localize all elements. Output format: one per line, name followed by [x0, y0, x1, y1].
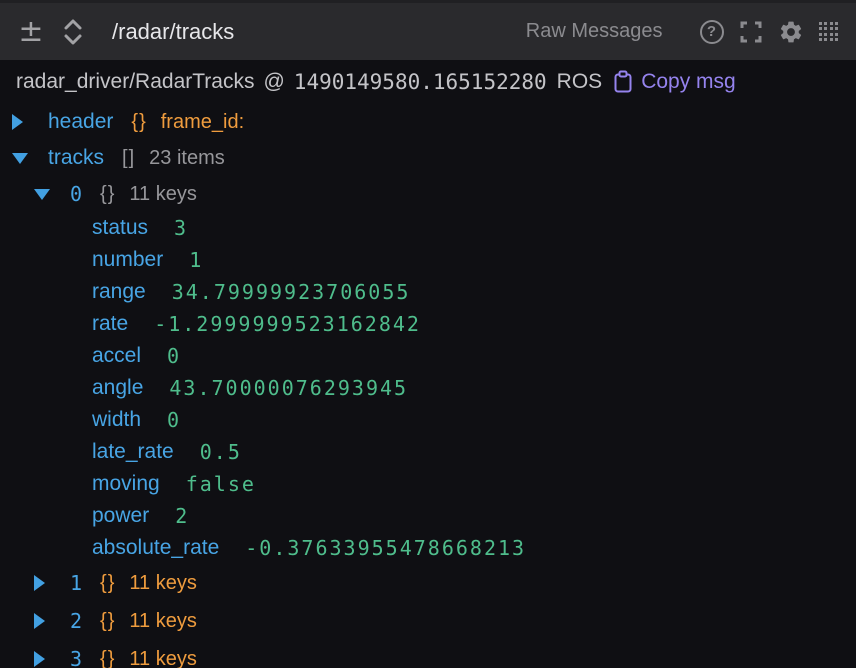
chevron-down-icon	[12, 153, 28, 164]
field-value: 0	[167, 344, 181, 368]
topic-input[interactable]	[112, 19, 526, 45]
field-row[interactable]: accel 0	[0, 340, 856, 372]
panel-type-label: Raw Messages	[526, 20, 663, 43]
node-braces: {}	[100, 183, 115, 206]
field-key: number	[92, 248, 163, 272]
fullscreen-icon	[739, 20, 763, 44]
tree-node-tracks[interactable]: tracks [] 23 items	[0, 140, 856, 176]
field-value: 34.79999923706055	[172, 280, 411, 304]
expand-collapse-button[interactable]	[60, 16, 86, 48]
field-row[interactable]: late_rate 0.5	[0, 436, 856, 468]
node-braces: {}	[100, 648, 115, 668]
field-key: width	[92, 408, 141, 432]
node-brackets: []	[122, 147, 135, 170]
node-braces: {}	[131, 111, 146, 134]
field-row[interactable]: width 0	[0, 404, 856, 436]
chevron-right-icon	[34, 651, 45, 667]
node-count: 23 items	[149, 147, 225, 170]
field-list: status 3 number 1 range 34.7999992370605…	[0, 212, 856, 564]
chevron-right-icon	[34, 575, 45, 591]
field-value: -1.2999999523162842	[154, 312, 421, 336]
field-value: 2	[175, 504, 189, 528]
message-tree: header {} frame_id: tracks [] 23 items 0…	[0, 104, 856, 668]
copy-msg-button[interactable]: Copy msg	[612, 70, 736, 94]
field-row[interactable]: range 34.79999923706055	[0, 276, 856, 308]
fullscreen-button[interactable]	[739, 20, 763, 44]
chevron-down-icon	[34, 189, 50, 200]
node-label: tracks	[48, 146, 104, 170]
node-label: 3	[70, 647, 82, 668]
tree-node-item-2[interactable]: 2 {} 11 keys	[0, 602, 856, 640]
gear-icon	[778, 19, 804, 45]
node-count: 11 keys	[129, 183, 196, 206]
field-key: range	[92, 280, 146, 304]
node-count: 11 keys	[129, 572, 196, 595]
field-row[interactable]: power 2	[0, 500, 856, 532]
node-label: header	[48, 110, 113, 134]
clipboard-icon	[612, 70, 634, 94]
diff-toggle-icon[interactable]: ±	[16, 17, 46, 47]
field-row[interactable]: number 1	[0, 244, 856, 276]
node-count: 11 keys	[129, 610, 196, 633]
field-value: -0.37633955478668213	[245, 536, 526, 560]
node-braces: {}	[100, 610, 115, 633]
tree-node-header[interactable]: header {} frame_id:	[0, 104, 856, 140]
settings-button[interactable]	[778, 19, 804, 45]
help-button[interactable]: ?	[700, 20, 724, 44]
message-encoding: ROS	[557, 70, 603, 94]
tree-node-item-3[interactable]: 3 {} 11 keys	[0, 640, 856, 668]
field-row[interactable]: angle 43.70000076293945	[0, 372, 856, 404]
field-key: status	[92, 216, 148, 240]
field-value: 43.70000076293945	[169, 376, 408, 400]
field-row[interactable]: absolute_rate -0.37633955478668213	[0, 532, 856, 564]
field-row[interactable]: rate -1.2999999523162842	[0, 308, 856, 340]
node-preview: frame_id:	[161, 111, 244, 134]
node-label: 0	[70, 182, 82, 206]
drag-handle[interactable]	[819, 22, 839, 42]
message-timestamp: 1490149580.165152280	[294, 70, 547, 94]
field-key: accel	[92, 344, 141, 368]
field-key: late_rate	[92, 440, 174, 464]
field-key: rate	[92, 312, 128, 336]
tree-node-item-0[interactable]: 0 {} 11 keys	[0, 176, 856, 212]
field-key: angle	[92, 376, 143, 400]
field-value: 1	[189, 248, 203, 272]
node-label: 1	[70, 571, 82, 595]
chevron-right-icon	[34, 613, 45, 629]
field-value: 0.5	[200, 440, 242, 464]
field-key: moving	[92, 472, 160, 496]
field-value: 0	[167, 408, 181, 432]
node-count: 11 keys	[129, 648, 196, 668]
field-value: 3	[174, 216, 188, 240]
field-row[interactable]: moving false	[0, 468, 856, 500]
node-braces: {}	[100, 572, 115, 595]
chevron-right-icon	[12, 114, 23, 130]
field-key: power	[92, 504, 149, 528]
help-icon: ?	[700, 20, 724, 44]
message-datatype: radar_driver/RadarTracks	[16, 70, 254, 94]
chevron-up-down-icon	[60, 16, 86, 48]
raw-messages-panel: ± Raw Messages ?	[0, 0, 856, 668]
panel-toolbar: ± Raw Messages ?	[0, 0, 856, 60]
tree-node-item-1[interactable]: 1 {} 11 keys	[0, 564, 856, 602]
field-value: false	[186, 472, 256, 496]
collapsed-item-list: 1 {} 11 keys 2 {} 11 keys 3 {} 11 keys	[0, 564, 856, 668]
copy-msg-label: Copy msg	[641, 70, 736, 94]
grid-dots-icon	[819, 22, 839, 42]
field-key: absolute_rate	[92, 536, 219, 560]
field-row[interactable]: status 3	[0, 212, 856, 244]
node-label: 2	[70, 609, 82, 633]
at-separator: @	[263, 70, 284, 94]
message-meta: radar_driver/RadarTracks @ 1490149580.16…	[0, 60, 856, 104]
